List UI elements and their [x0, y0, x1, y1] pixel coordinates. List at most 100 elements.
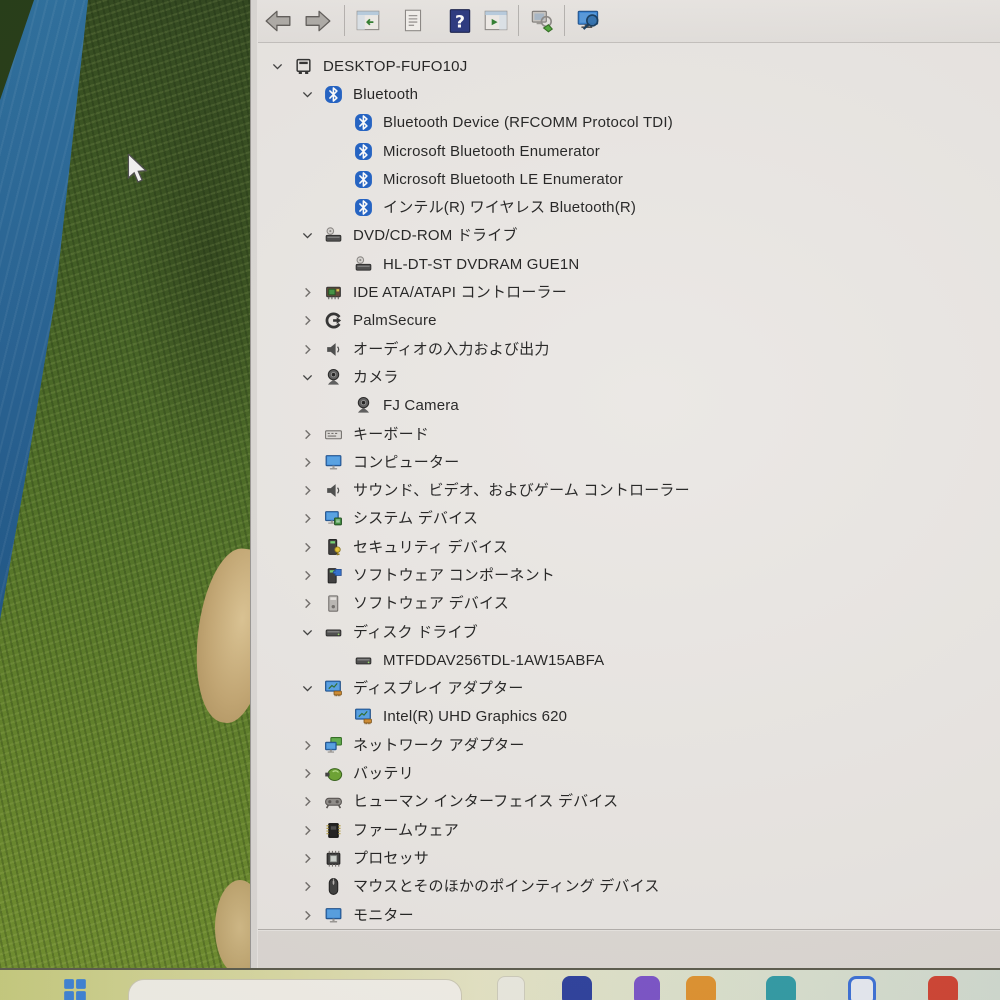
disk-drive-icon	[354, 651, 375, 670]
tree-item[interactable]: MTFDDAV256TDL-1AW15ABFA	[258, 646, 1000, 674]
tree-item[interactable]: DVD/CD-ROM ドライブ	[258, 222, 1000, 250]
tree-item[interactable]: バッテリ	[258, 759, 1000, 787]
chevron-right-icon[interactable]	[300, 483, 324, 499]
tree-item-label: Microsoft Bluetooth LE Enumerator	[383, 170, 624, 188]
bluetooth-icon	[324, 85, 345, 104]
taskbar	[0, 968, 1000, 1000]
tree-item[interactable]: DESKTOP-FUFO10J	[258, 52, 1000, 80]
tree-item[interactable]: Intel(R) UHD Graphics 620	[258, 703, 1000, 731]
tree-item[interactable]: コンピューター	[258, 448, 1000, 476]
network-adapter-icon	[324, 736, 345, 755]
chevron-right-icon[interactable]	[300, 341, 324, 357]
disk-drive-icon	[324, 623, 345, 642]
tree-item[interactable]: ファームウェア	[258, 816, 1000, 844]
app-icon-orange[interactable]	[686, 976, 716, 1000]
tree-item[interactable]: マウスとそのほかのポインティング デバイス	[258, 873, 1000, 901]
tree-item[interactable]: システム デバイス	[258, 505, 1000, 533]
tree-item-label: ディスプレイ アダプター	[353, 680, 524, 698]
tree-item[interactable]: セキュリティ デバイス	[258, 533, 1000, 561]
back-button[interactable]	[260, 4, 296, 38]
tree-item[interactable]: ディスプレイ アダプター	[258, 675, 1000, 703]
chevron-right-icon[interactable]	[300, 822, 324, 838]
tree-item-label: ネットワーク アダプター	[353, 736, 525, 754]
chevron-right-icon[interactable]	[300, 766, 324, 782]
tree-item[interactable]: ソフトウェア デバイス	[258, 590, 1000, 618]
processor-icon	[324, 849, 345, 868]
display-adapter-icon	[324, 679, 345, 698]
software-component-icon	[324, 566, 345, 585]
chevron-down-icon[interactable]	[300, 86, 324, 102]
tree-item[interactable]: サウンド、ビデオ、およびゲーム コントローラー	[258, 476, 1000, 504]
toolbar: ?	[258, 0, 1000, 43]
chevron-right-icon[interactable]	[300, 879, 324, 895]
chevron-down-icon[interactable]	[270, 58, 294, 74]
chevron-right-icon[interactable]	[300, 907, 324, 923]
chevron-down-icon[interactable]	[300, 228, 324, 244]
tree-item[interactable]: ディスク ドライブ	[258, 618, 1000, 646]
app-icon-purple[interactable]	[634, 976, 660, 1000]
chevron-right-icon[interactable]	[300, 285, 324, 301]
chevron-right-icon[interactable]	[300, 454, 324, 470]
keyboard-icon	[324, 425, 345, 444]
scan-hardware-button[interactable]	[524, 4, 560, 38]
display-adapter-icon	[354, 707, 375, 726]
tree-item-label: Intel(R) UHD Graphics 620	[383, 708, 568, 726]
start-icon[interactable]	[62, 977, 88, 1000]
tree-item[interactable]: ヒューマン インターフェイス デバイス	[258, 788, 1000, 816]
chevron-right-icon[interactable]	[300, 737, 324, 753]
chevron-right-icon[interactable]	[300, 313, 324, 329]
ide-controller-icon	[324, 283, 345, 302]
tree-item-label: インテル(R) ワイヤレス Bluetooth(R)	[383, 199, 637, 217]
camera-icon	[354, 396, 375, 415]
chevron-right-icon[interactable]	[300, 567, 324, 583]
help-button[interactable]: ?	[442, 4, 478, 38]
chevron-down-icon[interactable]	[300, 624, 324, 640]
forward-button[interactable]	[300, 4, 336, 38]
chevron-right-icon[interactable]	[300, 850, 324, 866]
tree-item[interactable]: HL-DT-ST DVDRAM GUE1N	[258, 250, 1000, 278]
tree-item[interactable]: PalmSecure	[258, 307, 1000, 335]
app-icon-teal[interactable]	[766, 976, 796, 1000]
tree-item-label: モニター	[353, 906, 414, 924]
app-icon-red[interactable]	[928, 976, 958, 1000]
chevron-right-icon[interactable]	[300, 426, 324, 442]
chevron-right-icon[interactable]	[300, 511, 324, 527]
tree-item[interactable]: ソフトウェア コンポーネント	[258, 561, 1000, 589]
computer-root-icon	[294, 57, 315, 76]
tree-item-label: ファームウェア	[353, 821, 459, 839]
tree-item[interactable]: キーボード	[258, 420, 1000, 448]
app-icon-frame[interactable]	[848, 976, 876, 1000]
tree-item[interactable]: Microsoft Bluetooth Enumerator	[258, 137, 1000, 165]
chevron-down-icon[interactable]	[300, 681, 324, 697]
tree-item[interactable]: Bluetooth Device (RFCOMM Protocol TDI)	[258, 109, 1000, 137]
tree-item[interactable]: Bluetooth	[258, 80, 1000, 108]
chevron-right-icon[interactable]	[300, 596, 324, 612]
bluetooth-icon	[354, 170, 375, 189]
device-tree: DESKTOP-FUFO10J Bluetooth Bluetooth Device…	[258, 43, 1000, 930]
tree-item[interactable]: モニター	[258, 901, 1000, 929]
tree-item-label: マウスとそのほかのポインティング デバイス	[353, 878, 660, 896]
app-icon-light[interactable]	[497, 976, 525, 1000]
chevron-right-icon[interactable]	[300, 794, 324, 810]
tree-item-label: HL-DT-ST DVDRAM GUE1N	[383, 255, 580, 273]
tree-item[interactable]: ネットワーク アダプター	[258, 731, 1000, 759]
tree-item[interactable]: カメラ	[258, 363, 1000, 391]
console-tree-button[interactable]	[350, 4, 386, 38]
chevron-right-icon[interactable]	[300, 539, 324, 555]
tree-item[interactable]: FJ Camera	[258, 392, 1000, 420]
properties-button[interactable]	[395, 4, 431, 38]
action-pane-button[interactable]	[478, 4, 514, 38]
tree-item-label: オーディオの入力および出力	[353, 340, 550, 358]
tree-item-label: ディスク ドライブ	[353, 623, 478, 641]
tree-item[interactable]: オーディオの入力および出力	[258, 335, 1000, 363]
chevron-down-icon[interactable]	[300, 369, 324, 385]
tree-item[interactable]: インテル(R) ワイヤレス Bluetooth(R)	[258, 193, 1000, 221]
app-icon-navy[interactable]	[562, 976, 592, 1000]
tree-item[interactable]: プロセッサ	[258, 844, 1000, 872]
search-box[interactable]	[128, 979, 462, 1000]
search-devices-button[interactable]	[571, 4, 607, 38]
tree-item[interactable]: Microsoft Bluetooth LE Enumerator	[258, 165, 1000, 193]
tree-item[interactable]: IDE ATA/ATAPI コントローラー	[258, 278, 1000, 306]
